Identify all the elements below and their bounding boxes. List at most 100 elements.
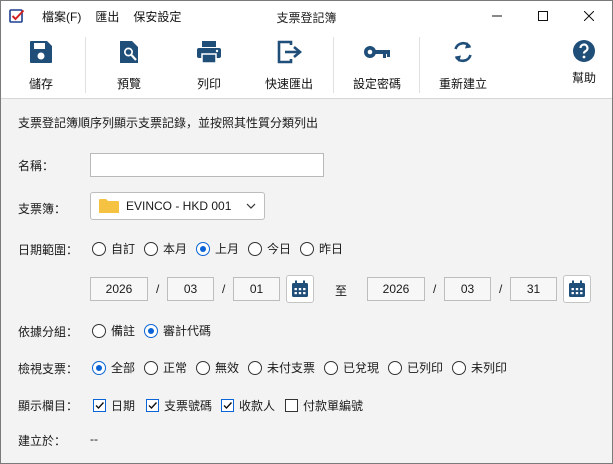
radio-label: 今日 [267, 242, 292, 256]
print-button[interactable]: 列印 [175, 31, 243, 99]
view-option-printed[interactable]: 已列印 [388, 359, 443, 376]
column-check-payment-no[interactable]: 付款單編號 [285, 397, 363, 414]
quick-export-button[interactable]: 快速匯出 [255, 31, 323, 99]
close-button[interactable] [566, 1, 612, 31]
toolbar-divider [85, 37, 86, 93]
radio-circle [92, 241, 106, 256]
date-range-label: 日期範圍： [18, 243, 79, 257]
checkbox-label: 付款單編號 [303, 399, 364, 413]
view-cheques-label: 檢視支票： [18, 362, 79, 376]
date-separator: / [499, 282, 503, 296]
from-month-input[interactable]: 03 [167, 277, 214, 301]
checkmark-icon [148, 402, 158, 410]
radio-circle [324, 360, 338, 375]
rebuild-label: 重新建立 [438, 77, 487, 91]
minimize-icon [492, 15, 502, 17]
maximize-icon [538, 11, 548, 21]
group-option-audit-code[interactable]: 審計代碼 [144, 322, 211, 339]
view-option-normal[interactable]: 正常 [144, 359, 187, 376]
date-option-this-month[interactable]: 本月 [144, 240, 187, 257]
close-icon [584, 11, 594, 21]
view-option-unprinted[interactable]: 未列印 [452, 359, 507, 376]
checkbox-label: 收款人 [239, 399, 276, 413]
view-option-unpaid[interactable]: 未付支票 [248, 359, 315, 376]
menu-export[interactable]: 匯出 [95, 8, 119, 25]
chequebook-dropdown[interactable]: EVINCO - HKD 001 [90, 192, 265, 220]
menu-bar: 檔案(F) 匯出 保安設定 [42, 1, 195, 31]
from-day-input[interactable]: 01 [233, 277, 280, 301]
help-label: 幫助 [571, 71, 596, 85]
radio-circle [144, 360, 158, 375]
description-text: 支票登記簿順序列顯示支票記錄，並按照其性質分類列出 [18, 116, 319, 130]
radio-circle [300, 241, 314, 256]
checkbox-checked [93, 399, 106, 412]
radio-label: 審計代碼 [163, 324, 212, 338]
checkbox-unchecked [285, 399, 298, 412]
menu-file[interactable]: 檔案(F) [42, 8, 81, 25]
to-day-input[interactable]: 31 [510, 277, 557, 301]
view-option-cashed[interactable]: 已兌現 [324, 359, 379, 376]
column-check-cheque-no[interactable]: 支票號碼 [146, 397, 212, 414]
preview-icon [120, 41, 138, 63]
from-calendar-button[interactable] [286, 275, 314, 303]
view-option-all[interactable]: 全部 [92, 359, 135, 376]
preview-label: 預覽 [116, 77, 141, 91]
to-month-input[interactable]: 03 [444, 277, 491, 301]
to-calendar-button[interactable] [563, 275, 591, 303]
menu-security[interactable]: 保安設定 [133, 8, 181, 25]
checkbox-checked [146, 399, 159, 412]
checkmark-icon [95, 402, 105, 410]
column-check-payee[interactable]: 收款人 [221, 397, 275, 414]
name-label: 名稱： [18, 159, 55, 173]
toolbar: 儲存 預覽 列印 快速匯出 設定密碼 重新建立 幫助 [1, 31, 612, 99]
help-button[interactable]: 幫助 [561, 31, 607, 99]
radio-circle [196, 360, 210, 375]
name-input[interactable] [90, 153, 324, 177]
radio-label: 無效 [215, 361, 240, 375]
radio-circle [248, 241, 262, 256]
view-option-void[interactable]: 無效 [196, 359, 239, 376]
column-check-date[interactable]: 日期 [93, 397, 135, 414]
export-icon [277, 40, 303, 64]
key-icon [364, 46, 390, 58]
refresh-icon [454, 41, 472, 63]
date-separator: / [433, 282, 437, 296]
radio-label: 全部 [111, 361, 136, 375]
window-controls [474, 1, 612, 31]
date-option-yesterday[interactable]: 昨日 [300, 240, 343, 257]
printer-icon [197, 41, 221, 64]
toolbar-divider [333, 37, 334, 93]
radio-label: 已列印 [407, 361, 444, 375]
date-separator: / [156, 282, 160, 296]
to-year-input[interactable]: 2026 [367, 277, 425, 301]
set-password-button[interactable]: 設定密碼 [343, 31, 411, 99]
date-option-custom[interactable]: 自訂 [92, 240, 135, 257]
checkmark-icon [223, 402, 233, 410]
chequebook-value: EVINCO - HKD 001 [126, 199, 232, 213]
chequebook-label: 支票簿： [18, 202, 67, 216]
date-option-today[interactable]: 今日 [248, 240, 291, 257]
radio-label: 自訂 [111, 242, 136, 256]
minimize-button[interactable] [474, 1, 520, 31]
to-label: 至 [335, 284, 348, 298]
radio-circle [452, 360, 466, 375]
radio-label: 上月 [215, 242, 240, 256]
radio-label: 已兌現 [343, 361, 380, 375]
from-year-input[interactable]: 2026 [90, 277, 148, 301]
display-columns-label: 顯示欄目： [18, 399, 79, 413]
floppy-disk-icon [30, 41, 52, 63]
radio-label: 昨日 [319, 242, 344, 256]
calendar-icon [569, 280, 585, 297]
calendar-icon [292, 280, 308, 297]
rebuild-button[interactable]: 重新建立 [429, 31, 497, 99]
maximize-button[interactable] [520, 1, 566, 31]
radio-label: 本月 [163, 242, 188, 256]
preview-button[interactable]: 預覽 [95, 31, 163, 99]
group-option-remarks[interactable]: 備註 [92, 322, 135, 339]
created-label: 建立於： [18, 434, 67, 448]
folder-icon [99, 199, 119, 213]
radio-label: 未付支票 [267, 361, 316, 375]
save-label: 儲存 [28, 77, 53, 91]
date-option-last-month[interactable]: 上月 [196, 240, 239, 257]
save-button[interactable]: 儲存 [7, 31, 75, 99]
